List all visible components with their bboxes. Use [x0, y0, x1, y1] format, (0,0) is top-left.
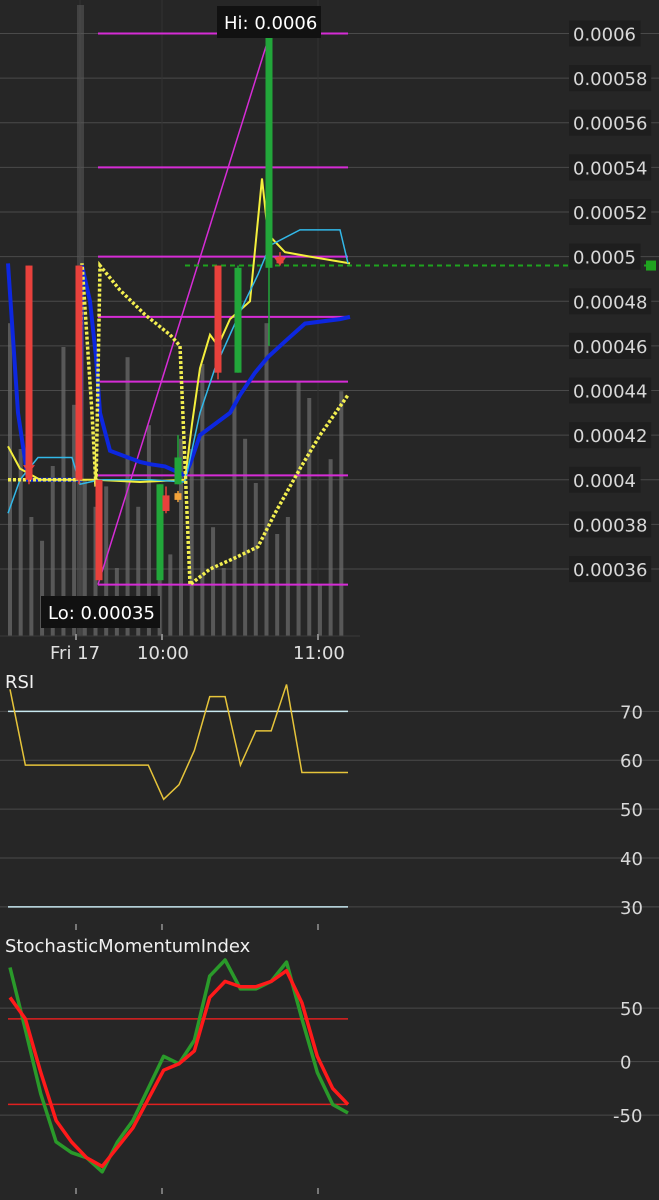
rsi-tick-label: 40: [620, 849, 643, 870]
hi-label: Hi: 0.0006: [217, 6, 321, 38]
candle-body: [162, 495, 170, 512]
rsi-ticks: [75, 924, 319, 930]
price-tick-label: 0.00052: [573, 203, 647, 224]
volume-bar: [328, 459, 333, 636]
smi-axis: 50 0 -50: [613, 999, 643, 1127]
volume-bar: [243, 438, 248, 636]
smi-title: StochasticMomentumIndex: [5, 936, 251, 957]
candle-body: [265, 33, 273, 268]
candle-body: [234, 267, 242, 373]
candle-body: [174, 457, 182, 485]
candle-body: [156, 484, 164, 581]
price-tick-label: 0.0005: [573, 248, 636, 269]
time-axis: Fri 17 10:00 11:00: [0, 634, 360, 664]
lo-label: Lo: 0.00035: [41, 596, 160, 628]
candle-body: [95, 479, 103, 581]
time-tick-1100: 11:00: [293, 643, 345, 664]
rsi-tick-label: 30: [620, 898, 643, 919]
last-price-marker: [646, 260, 656, 271]
volume-bar: [307, 398, 312, 636]
volume-bar: [317, 585, 322, 636]
volume-bar: [168, 554, 173, 636]
volume-bar: [29, 517, 34, 636]
sell-arrow: [274, 257, 286, 266]
volume-bar: [61, 347, 66, 636]
rsi-line: [9, 684, 348, 801]
smi-tick-label: -50: [613, 1106, 642, 1127]
candle-body: [75, 265, 83, 480]
price-tick-label: 0.00046: [573, 337, 647, 358]
volume-bar: [232, 381, 237, 636]
rsi-tick-label: 60: [620, 751, 643, 772]
rsi-tick-label: 70: [620, 702, 643, 723]
price-tick-label: 0.00056: [573, 114, 647, 135]
volume-bars: [8, 5, 344, 636]
candle-body: [174, 493, 182, 500]
price-tick-label: 0.00038: [573, 515, 647, 536]
price-tick-label: 0.00054: [573, 158, 647, 179]
volume-bar: [296, 381, 301, 636]
price-tick-label: 0.00036: [573, 560, 647, 581]
smi-plot: [8, 958, 350, 1174]
time-tick-fri17: Fri 17: [50, 643, 100, 664]
volume-bar: [189, 449, 194, 636]
volume-bar: [221, 568, 226, 636]
volume-bar: [285, 517, 290, 636]
volume-bar: [253, 483, 258, 636]
price-tick-label: 0.00044: [573, 382, 647, 403]
smi-ticks: [75, 1188, 319, 1194]
volume-bar: [264, 323, 269, 636]
rsi-gridlines: [0, 710, 659, 908]
candle-body: [214, 265, 222, 373]
price-tick-label: 0.0006: [573, 24, 636, 45]
price-tick-label: 0.00042: [573, 426, 647, 447]
chart-canvas: 0.0006 0.00058 0.00056 0.00054 0.00052 0.0005…: [0, 0, 659, 1194]
price-tick-label: 0.00058: [573, 69, 647, 90]
candle-body: [25, 265, 33, 480]
price-tick-label: 0.00048: [573, 292, 647, 313]
volume-bar: [211, 527, 216, 636]
rsi-tick-label: 50: [620, 800, 643, 821]
volume-bar: [339, 391, 344, 636]
rsi-axis: 70 60 50 40 30: [620, 702, 643, 919]
price-axis: 0.0006 0.00058 0.00056 0.00054 0.00052 0.0005…: [569, 20, 652, 583]
lo-label-text: Lo: 0.00035: [48, 603, 155, 624]
price-tick-label: 0.0004: [573, 471, 636, 492]
smi-tick-label: 0: [620, 1053, 631, 1074]
time-tick-1000: 10:00: [137, 643, 189, 664]
smi-tick-label: 50: [620, 999, 643, 1020]
rsi-plot: [8, 684, 348, 908]
hi-label-text: Hi: 0.0006: [224, 13, 317, 34]
